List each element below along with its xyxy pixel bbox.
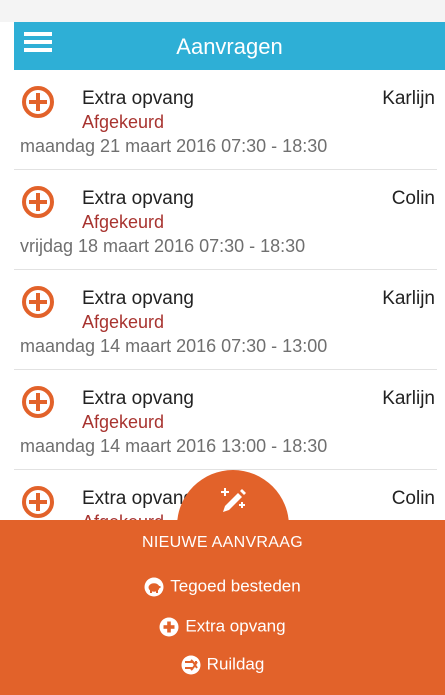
plus-circle-icon xyxy=(159,617,179,637)
option-label: Tegoed besteden xyxy=(170,576,301,596)
request-type: Extra opvang xyxy=(82,188,194,209)
request-status: Afgekeurd xyxy=(82,312,165,332)
status-strip xyxy=(0,0,445,22)
child-name: Karlijn xyxy=(382,388,435,409)
request-type: Extra opvang xyxy=(82,388,194,409)
option-label: Ruildag xyxy=(206,654,265,674)
request-status: Afgekeurd xyxy=(82,212,165,232)
app-bar: Aanvragen xyxy=(14,22,445,70)
option-ruildag[interactable]: Ruildag xyxy=(0,654,445,675)
plus-circle-icon xyxy=(22,286,54,318)
request-status: Afgekeurd xyxy=(82,112,165,132)
piggy-bank-icon xyxy=(144,577,164,597)
child-name: Colin xyxy=(391,188,435,209)
list-item[interactable]: Extra opvang Afgekeurd maandag 14 maart … xyxy=(14,270,437,370)
new-request-sheet: NIEUWE AANVRAAG Tegoed besteden Extra op… xyxy=(0,520,445,695)
page-title: Aanvragen xyxy=(176,34,283,59)
option-tegoed-besteden[interactable]: Tegoed besteden xyxy=(0,576,445,597)
option-label: Extra opvang xyxy=(185,616,286,636)
pencil-sparkle-icon xyxy=(221,488,246,512)
plus-circle-icon xyxy=(22,86,54,118)
list-item[interactable]: Extra opvang Afgekeurd vrijdag 18 maart … xyxy=(14,170,437,270)
option-extra-opvang[interactable]: Extra opvang xyxy=(0,616,445,637)
new-request-title: NIEUWE AANVRAAG xyxy=(142,534,303,551)
plus-circle-icon xyxy=(22,386,54,418)
child-name: Karlijn xyxy=(382,288,435,309)
plus-circle-icon xyxy=(22,186,54,218)
request-date: maandag 14 maart 2016 07:30 - 13:00 xyxy=(20,336,328,356)
plus-circle-icon xyxy=(22,486,54,518)
child-name: Colin xyxy=(391,488,435,509)
request-status: Afgekeurd xyxy=(82,412,165,432)
request-date: maandag 14 maart 2016 13:00 - 18:30 xyxy=(20,436,328,456)
request-date: vrijdag 18 maart 2016 07:30 - 18:30 xyxy=(20,236,306,256)
request-type: Extra opvang xyxy=(82,88,194,109)
request-date: maandag 21 maart 2016 07:30 - 18:30 xyxy=(20,136,328,156)
request-type: Extra opvang xyxy=(82,488,194,509)
list-item[interactable]: Extra opvang Afgekeurd maandag 14 maart … xyxy=(14,370,437,470)
request-type: Extra opvang xyxy=(82,288,194,309)
swap-icon xyxy=(181,655,201,675)
child-name: Karlijn xyxy=(382,88,435,109)
list-item[interactable]: Extra opvang Afgekeurd maandag 21 maart … xyxy=(14,70,437,170)
